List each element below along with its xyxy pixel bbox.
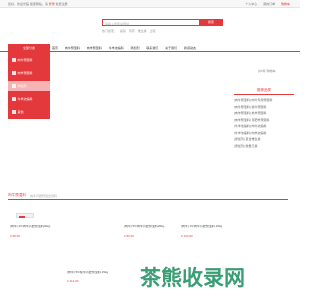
login-link[interactable]: 登录 [49,2,55,6]
product-image[interactable] [124,208,176,224]
hot-word[interactable]: 止咳 [149,29,155,33]
category-icon [12,97,16,102]
product-image[interactable] [67,253,119,270]
sidebar-item-label: 添加剂 [17,84,27,88]
nav-item[interactable]: 添加剂 [130,46,139,50]
welcome-message: 您好，欢迎光临 健康网站，请 [8,2,48,7]
product-image[interactable] [181,208,233,224]
hot-word[interactable]: 维生素 [138,29,147,33]
sidebar-item-label: 肉牛预混料 [17,58,33,62]
hot-word[interactable]: 感冒 [120,29,126,33]
product-name[interactable]: [肉牛] 4%肉牛育肥预混料40kg [10,225,62,229]
product-image[interactable] [10,208,62,224]
cart-summary[interactable]: 共0件 购物车 [258,69,276,73]
category-icon [12,58,16,63]
recommend-item[interactable]: [添加剂] 微量元素 [234,143,294,150]
sidebar-item[interactable]: 肉牛预混料 [8,55,50,65]
product-package-icon [16,213,34,218]
sidebar-item-active[interactable]: 添加剂 [8,81,50,91]
nav-item[interactable]: 新闻动态 [184,46,196,50]
category-menu-button[interactable]: 全部分类 [8,44,50,52]
top-links: 个人中心 我的订单 购物车 [240,2,290,6]
recommend-list: [肉牛预混料] 肉牛专用预混料 [肉牛预混料] 犊牛预混料 [肉羊预混料] 羔羊… [234,97,294,149]
sidebar-item-label: 牛羊浓缩料 [17,97,33,101]
product-price: ¥ 112.00 [67,279,79,283]
hot-search: 热门搜索： 感冒 胃药 维生素 止咳 [102,29,157,33]
section-title: 肉牛预混料 [8,193,26,197]
search-input[interactable]: 请输入搜索关键词 [102,19,200,26]
product-name[interactable]: [肉牛] 5%肉牛育肥预混料25kg [124,225,176,229]
sidebar-item[interactable]: 肉羊预混料 [8,68,50,78]
product-name[interactable]: [肉牛] 1%肉牛育肥预混料 25kg [181,225,233,229]
category-icon [12,71,16,76]
sidebar-item-label: 其他 [17,110,24,114]
product-price: ¥ 68.00 [10,234,21,238]
category-icon [12,84,16,89]
category-sidebar: 肉牛预混料 肉羊预混料 添加剂 牛羊浓缩料 其他 [8,52,50,119]
nav-items: 首页 肉牛预混料 肉羊预混料 牛羊浓缩料 添加剂 联系我们 关于我们 新闻动态 [52,44,202,52]
nav-item[interactable]: 联系我们 [146,46,158,50]
product-price: ¥ 104.00 [181,234,193,238]
search-button[interactable]: 搜索 [199,19,223,26]
recommend-title: 推荐品类 [234,88,294,95]
main-nav: 全部分类 首页 肉牛预混料 肉羊预混料 牛羊浓缩料 添加剂 联系我们 关于我们 … [0,44,300,52]
hot-search-label: 热门搜索： [102,28,118,33]
product-card[interactable]: [肉牛] 4%肉牛育肥预混料40kg ¥ 68.00 [10,208,62,258]
section-subtitle: 肉牛育肥预混合饲料 [30,193,58,198]
hot-word[interactable]: 胃药 [129,29,135,33]
nav-item[interactable]: 肉羊预混料 [87,46,102,50]
nav-item[interactable]: 关于我们 [165,46,177,50]
nav-item-home[interactable]: 首页 [52,46,58,50]
top-bar: 您好，欢迎光临 健康网站，请 登录 免费注册 个人中心 我的订单 购物车 [0,0,300,8]
category-icon [12,110,16,115]
nav-item[interactable]: 肉牛预混料 [65,46,80,50]
product-card[interactable]: [肉牛] 5%肉牛育肥预混料25kg ¥ 82.00 [124,208,176,258]
section-header: 肉牛预混料 肉牛育肥预混合饲料 [8,192,288,200]
recommend-panel: 推荐品类 [肉牛预混料] 肉牛专用预混料 [肉牛预混料] 犊牛预混料 [肉羊预混… [234,88,294,149]
top-link-cart[interactable]: 购物车 [281,2,290,6]
top-link-account[interactable]: 个人中心 [245,2,257,6]
sidebar-item-label: 肉羊预混料 [17,71,33,75]
product-price: ¥ 82.00 [124,234,135,238]
nav-item[interactable]: 牛羊浓缩料 [109,46,124,50]
watermark-text: 茶熊收录网 [140,266,245,290]
product-name[interactable]: [肉牛] 5%犊牛育肥预混料 25kg [67,271,119,275]
welcome-text: 您好，欢迎光临 健康网站，请 登录 免费注册 [8,2,68,6]
product-card[interactable]: [肉牛] 5%犊牛育肥预混料 25kg ¥ 112.00 [67,253,119,300]
product-card[interactable]: [肉牛] 1%肉牛育肥预混料 25kg ¥ 104.00 [181,208,233,258]
search-bar: 请输入搜索关键词 搜索 [102,19,223,26]
sidebar-item[interactable]: 其他 [8,107,50,117]
cart-text: 共0件 购物车 [258,69,276,73]
register-link[interactable]: 免费注册 [56,2,68,6]
search-placeholder: 请输入搜索关键词 [105,21,130,26]
sidebar-item[interactable]: 牛羊浓缩料 [8,94,50,104]
top-link-orders[interactable]: 我的订单 [263,2,275,6]
